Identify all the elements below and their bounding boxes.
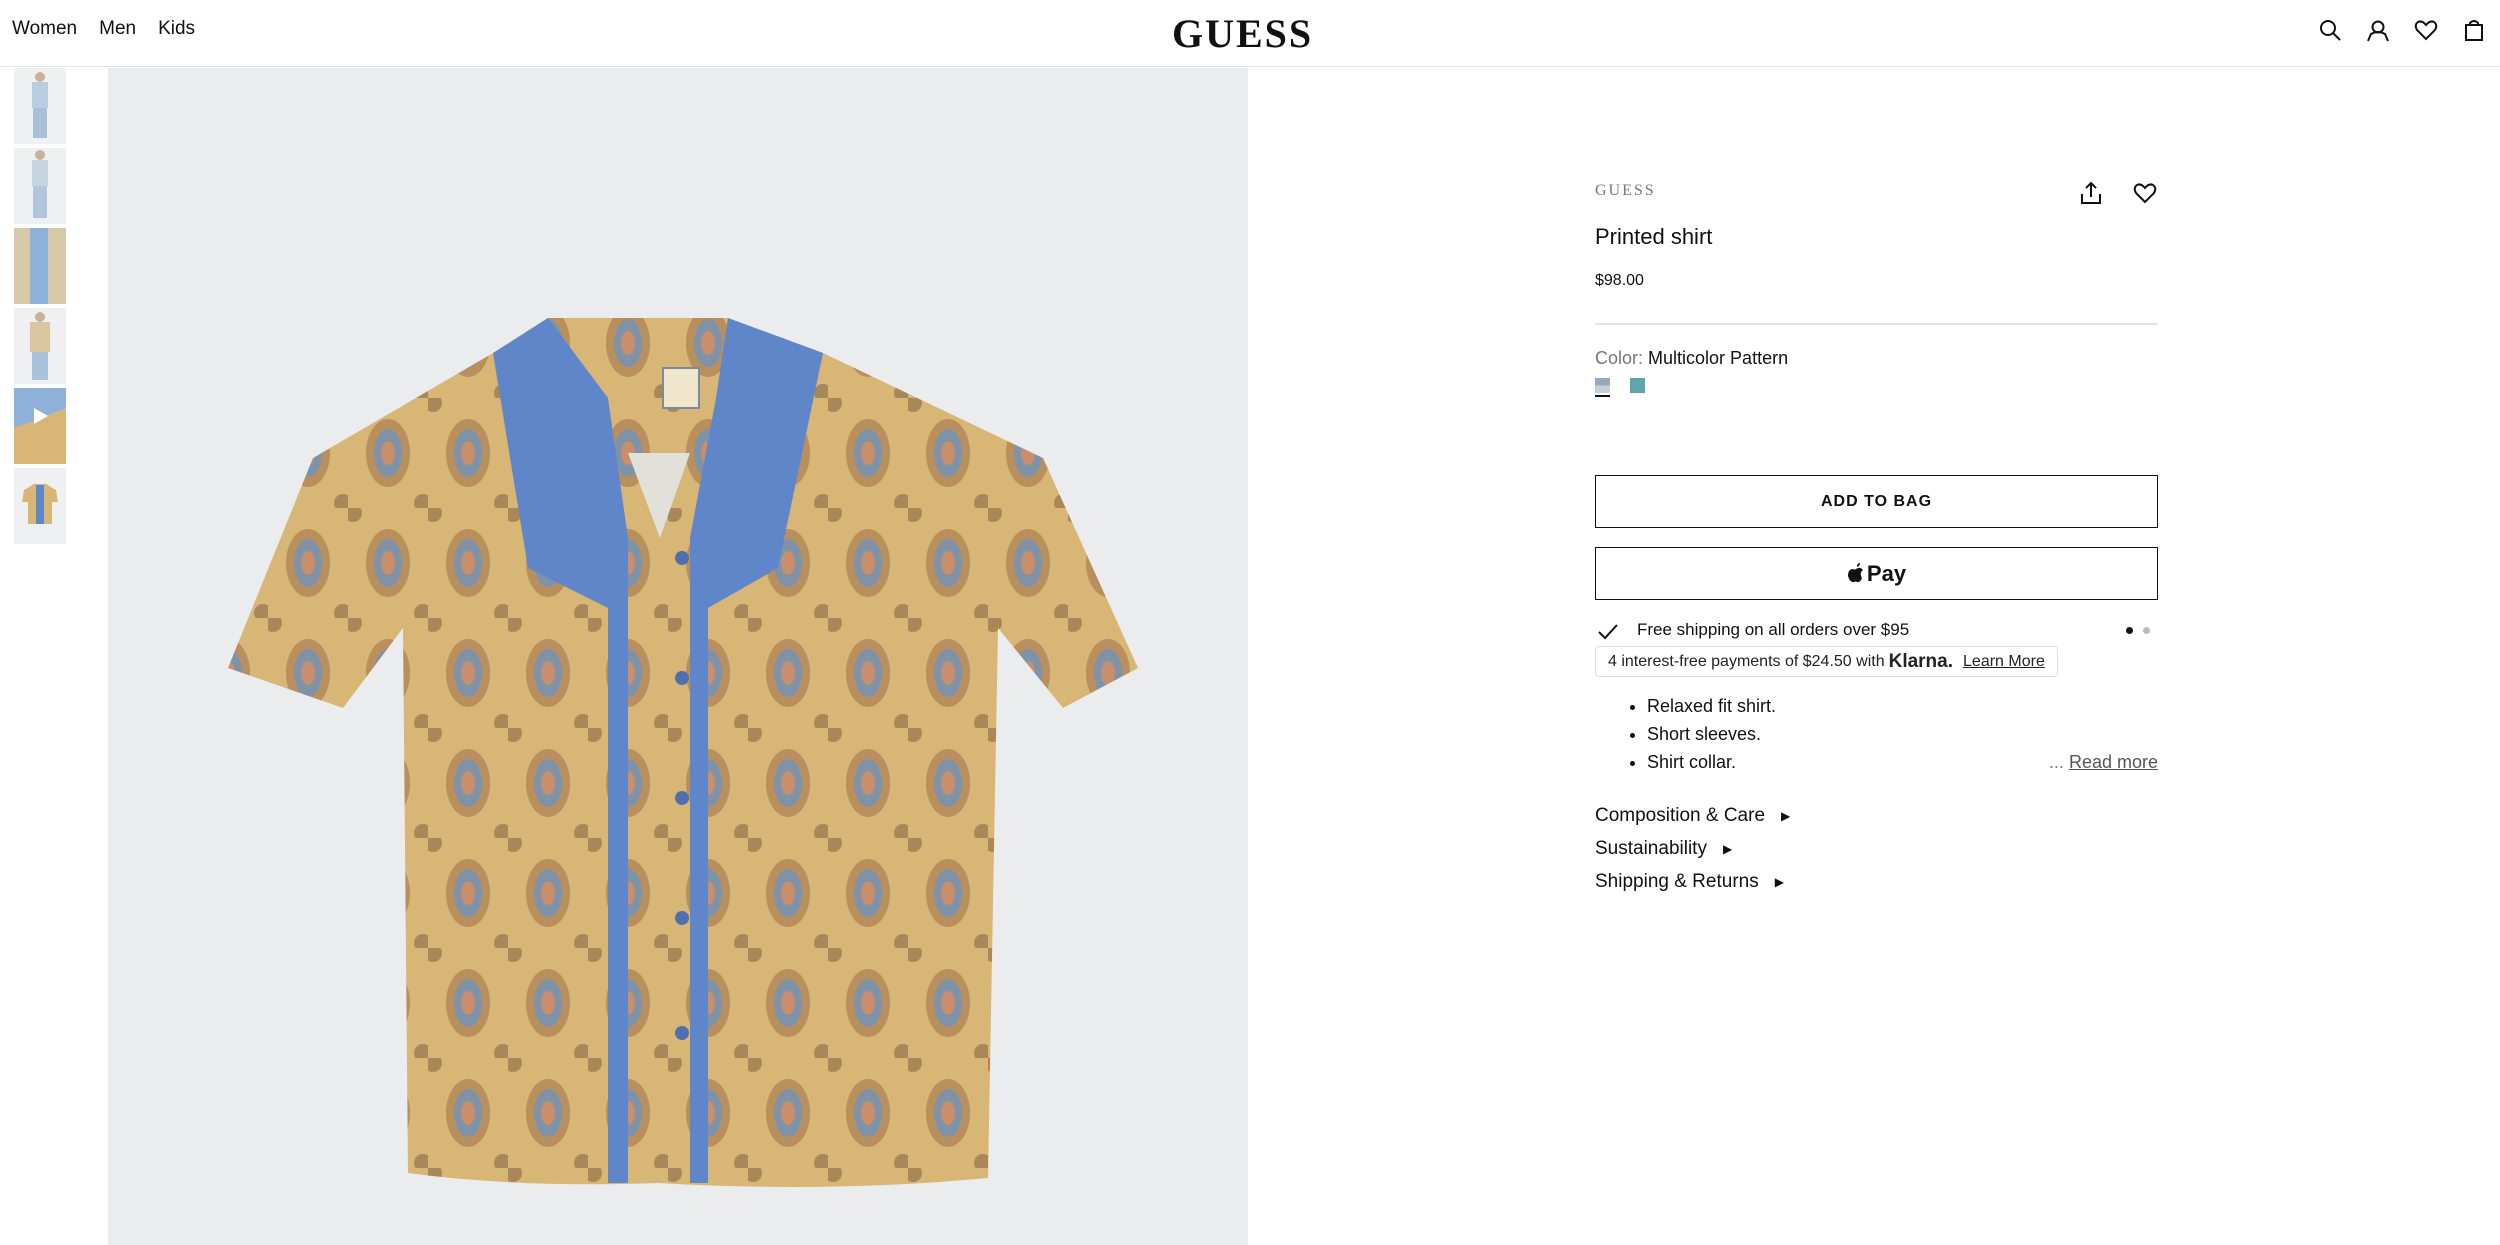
account-icon[interactable] <box>2366 18 2390 42</box>
thumbnail-3[interactable] <box>14 228 66 304</box>
promo-text: Free shipping on all orders over $95 <box>1637 620 1910 639</box>
main-nav: Women Men Kids <box>12 18 217 40</box>
site-header: Women Men Kids GUESS <box>0 0 2500 67</box>
klarna-learn-more[interactable]: Learn More <box>1963 653 2045 671</box>
promo-banner: Free shipping on all orders over $95 <box>1595 620 2158 644</box>
share-icon[interactable] <box>2078 180 2104 206</box>
carousel-dot-1[interactable] <box>2126 627 2133 634</box>
klarna-text: 4 interest-free payments of $24.50 with <box>1608 652 1885 670</box>
product-main-image[interactable] <box>108 68 1248 1245</box>
nav-men[interactable]: Men <box>99 18 136 40</box>
read-more-ellipsis: ... <box>2048 752 2064 772</box>
guess-logo[interactable]: GUESS <box>1172 10 1313 57</box>
triangle-right-icon: ▶ <box>1774 875 1784 889</box>
swatch-multicolor[interactable] <box>1595 378 1610 393</box>
accordion-label: Shipping & Returns <box>1595 871 1759 892</box>
carousel-dot-2[interactable] <box>2143 627 2150 634</box>
triangle-right-icon: ▶ <box>1781 809 1791 823</box>
accordion-label: Composition & Care <box>1595 805 1766 826</box>
search-icon[interactable] <box>2318 18 2342 42</box>
thumbnail-2[interactable] <box>14 148 66 224</box>
thumbnail-strip <box>14 68 66 548</box>
accordion-label: Sustainability <box>1595 838 1707 859</box>
thumbnail-5[interactable] <box>14 388 66 464</box>
description-item: Shirt collar. <box>1647 748 1776 776</box>
accordion-sustainability[interactable]: Sustainability ▶ <box>1595 838 1732 860</box>
swatch-teal[interactable] <box>1630 378 1645 393</box>
thumbnail-4[interactable] <box>14 308 66 384</box>
color-value: Multicolor Pattern <box>1648 348 1789 368</box>
wishlist-icon[interactable] <box>2414 18 2438 42</box>
description-item: Relaxed fit shirt. <box>1647 692 1776 720</box>
add-to-wishlist-icon[interactable] <box>2132 180 2158 206</box>
check-icon <box>1598 624 1618 640</box>
bag-icon[interactable] <box>2462 18 2486 42</box>
color-selector-label: Color: Multicolor Pattern <box>1595 348 1788 369</box>
apple-icon <box>1847 562 1863 582</box>
thumbnail-6[interactable] <box>14 468 66 544</box>
brand-name: GUESS <box>1595 182 1656 199</box>
description-item: Short sleeves. <box>1647 720 1776 748</box>
color-label: Color: <box>1595 348 1644 368</box>
nav-kids[interactable]: Kids <box>158 18 195 40</box>
divider <box>1595 323 2158 325</box>
product-description: Relaxed fit shirt. Short sleeves. Shirt … <box>1625 692 1776 776</box>
add-to-bag-button[interactable]: ADD TO BAG <box>1595 475 2158 528</box>
read-more: ... Read more <box>2049 752 2158 773</box>
product-title: Printed shirt <box>1595 224 1713 249</box>
apple-pay-label: Pay <box>1866 560 1907 586</box>
read-more-link[interactable]: Read more <box>2069 752 2158 772</box>
nav-women[interactable]: Women <box>12 18 77 40</box>
triangle-right-icon: ▶ <box>1722 842 1733 856</box>
product-price: $98.00 <box>1595 272 1644 289</box>
klarna-message: 4 interest-free payments of $24.50 with … <box>1595 646 2058 677</box>
apple-pay-button[interactable]: Pay <box>1595 547 2158 600</box>
accordion-shipping-returns[interactable]: Shipping & Returns ▶ <box>1595 871 1784 893</box>
color-swatches <box>1595 378 1645 397</box>
thumbnail-1[interactable] <box>14 68 66 144</box>
klarna-logo: Klarna. <box>1888 650 1954 672</box>
product-actions <box>2078 180 2158 206</box>
header-icons <box>2318 18 2486 42</box>
promo-carousel-dots <box>2126 627 2150 634</box>
swatch-multicolor-wrapper <box>1595 378 1610 397</box>
accordion-composition-care[interactable]: Composition & Care ▶ <box>1595 805 1790 827</box>
